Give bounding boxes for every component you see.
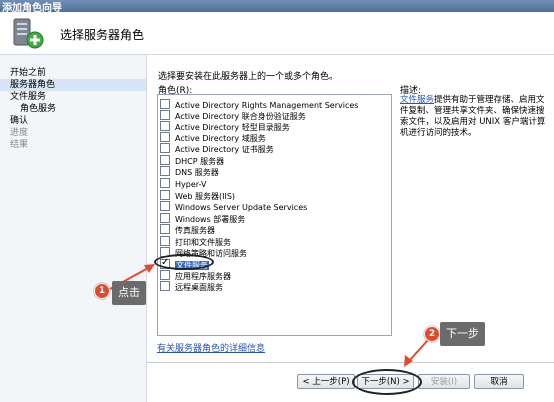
callout-next: 下一步 <box>440 322 485 346</box>
step-marker-1: 1 <box>94 283 110 299</box>
callout-click: 点击 <box>112 281 146 305</box>
step-marker-2: 2 <box>424 326 440 342</box>
arrow-2-line <box>409 339 429 361</box>
